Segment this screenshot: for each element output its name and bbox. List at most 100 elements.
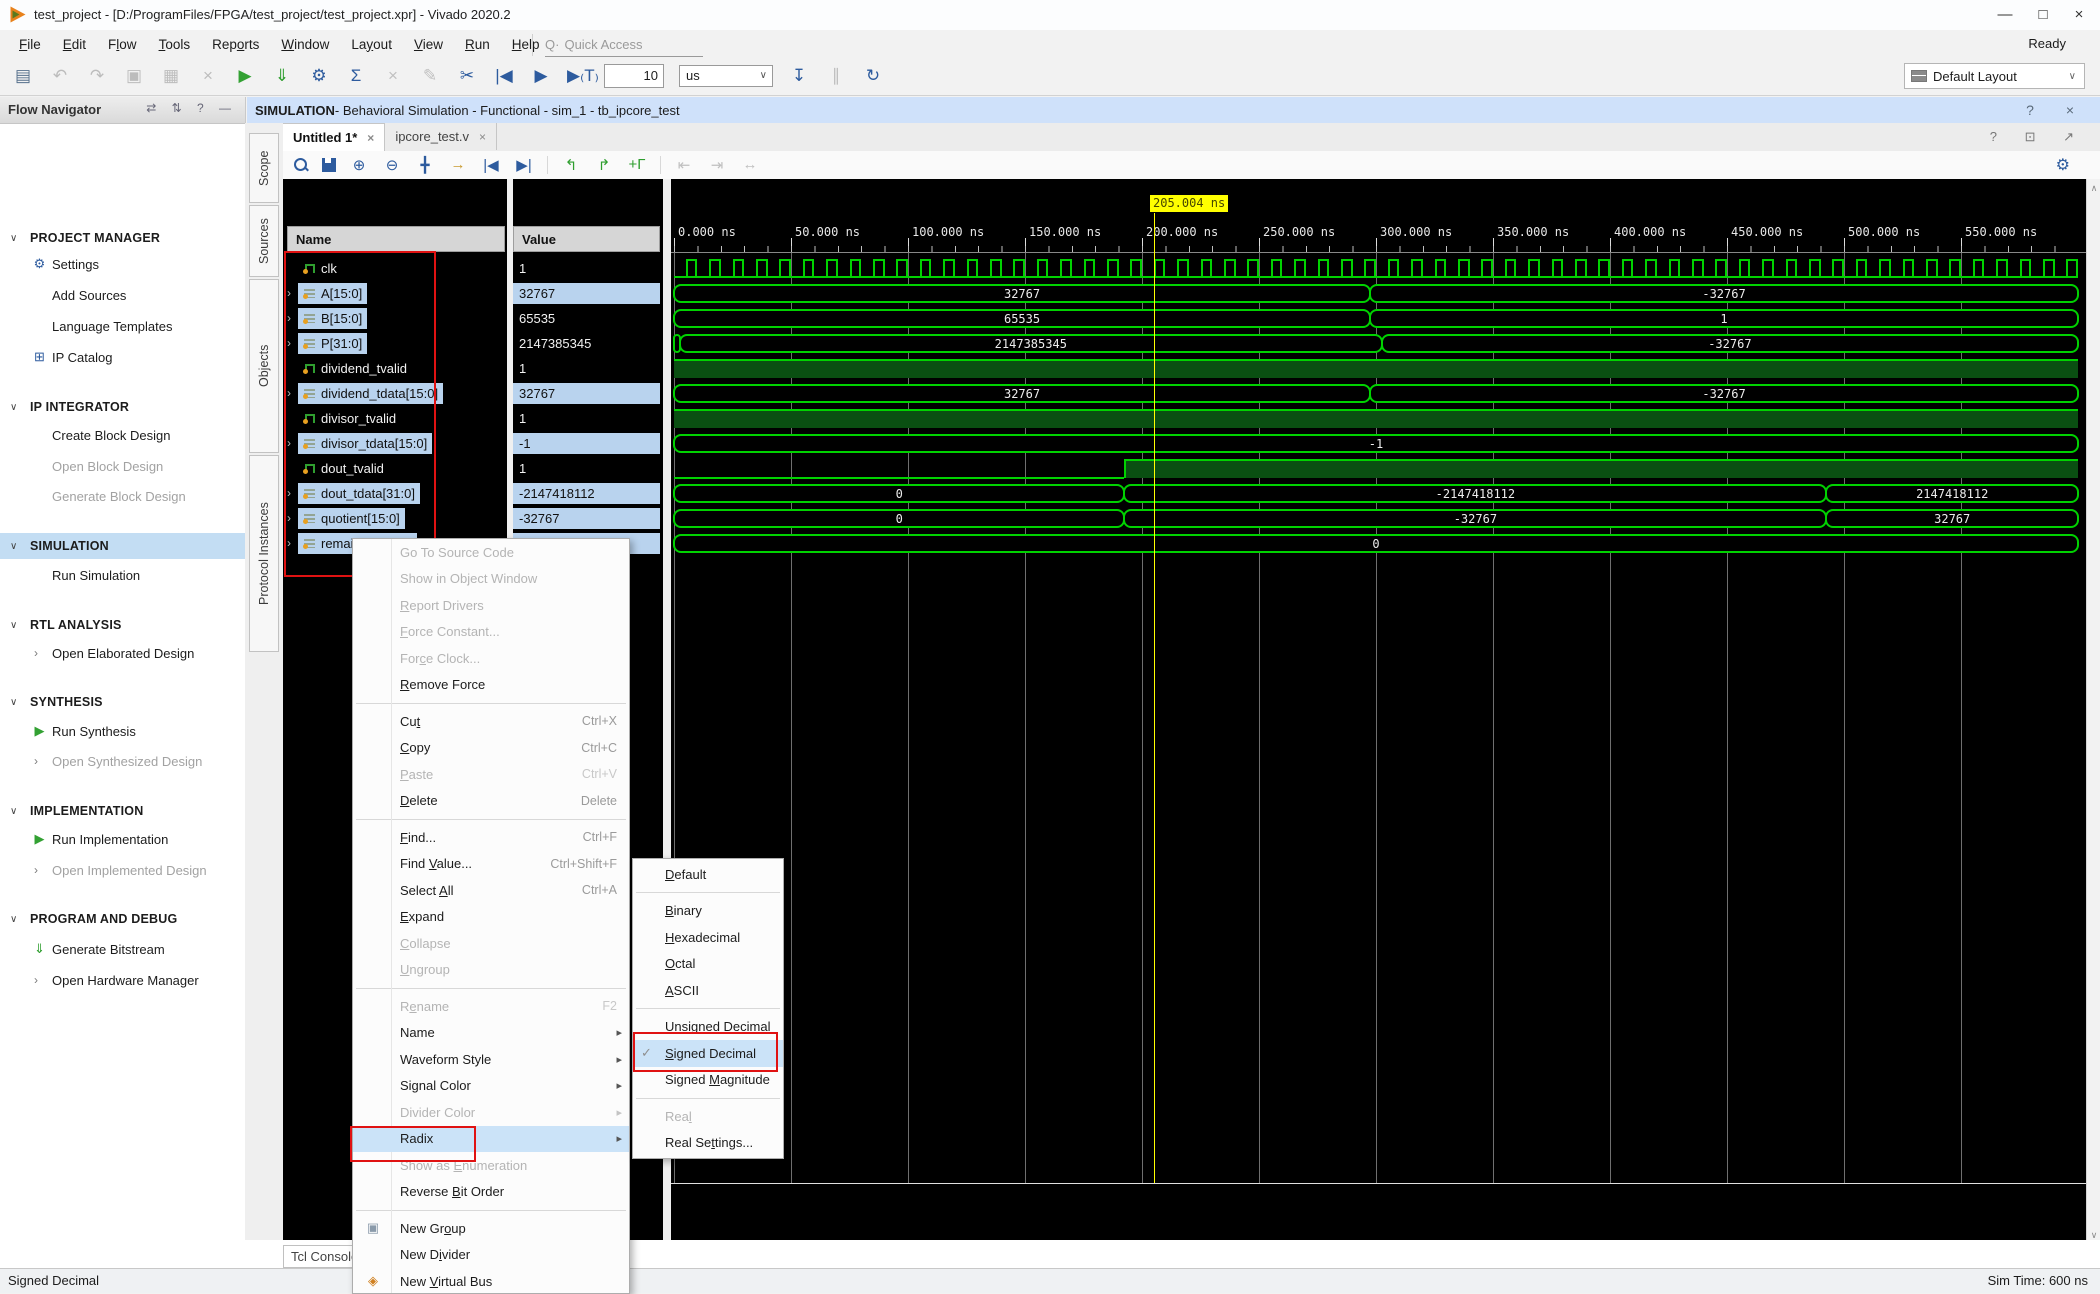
- menu-item-new-group[interactable]: ▣New Group: [353, 1215, 629, 1242]
- edit-icon[interactable]: ✎: [419, 66, 441, 86]
- flow-item-run-synthesis[interactable]: ▶Run Synthesis: [0, 718, 245, 744]
- menu-item-ascii[interactable]: ASCII: [633, 977, 783, 1004]
- signal-name-row[interactable]: ›dout_tdata[31:0]: [283, 481, 507, 506]
- menu-item-expand[interactable]: Expand: [353, 904, 629, 931]
- wave-row-clk[interactable]: [671, 256, 2086, 281]
- signal-name-row[interactable]: ›divisor_tdata[15:0]: [283, 431, 507, 456]
- expand-arrow-icon[interactable]: ›: [287, 311, 291, 325]
- flow-item-language-templates[interactable]: Language Templates: [0, 313, 245, 339]
- flow-item-add-sources[interactable]: Add Sources: [0, 282, 245, 308]
- signal-value-row[interactable]: 65535: [513, 306, 663, 331]
- menu-item-unsigned-decimal[interactable]: Unsigned Decimal: [633, 1014, 783, 1041]
- menu-item-force-constant[interactable]: Force Constant...: [353, 619, 629, 646]
- menu-item-go-to-source-code[interactable]: Go To Source Code: [353, 539, 629, 566]
- simulation-header-buttons[interactable]: ? ×: [2026, 102, 2088, 118]
- close-button[interactable]: ×: [2062, 4, 2096, 26]
- delete-icon[interactable]: ×: [197, 66, 219, 86]
- menu-item-reverse-bit-order[interactable]: Reverse Bit Order: [353, 1179, 629, 1206]
- menu-item-collapse[interactable]: Collapse: [353, 930, 629, 957]
- scroll-up-icon[interactable]: ∧: [2087, 183, 2100, 194]
- signal-value-row[interactable]: 1: [513, 356, 663, 381]
- redo-icon[interactable]: ↷: [86, 66, 108, 86]
- wave-row-dout-tdata-31-0[interactable]: 0-21474181122147418112: [671, 481, 2086, 506]
- run-icon[interactable]: ▶: [234, 66, 256, 86]
- menu-file[interactable]: File: [8, 37, 52, 52]
- menu-item-new-divider[interactable]: New Divider: [353, 1242, 629, 1269]
- menu-item-divider-color[interactable]: Divider Color▸: [353, 1099, 629, 1126]
- save-icon[interactable]: [322, 158, 336, 172]
- menu-item-signed-decimal[interactable]: ✓Signed Decimal: [633, 1040, 783, 1067]
- wave-row-b-15-0[interactable]: 655351: [671, 306, 2086, 331]
- kill-icon[interactable]: ✂: [456, 66, 478, 86]
- flow-navigator-header-icons[interactable]: ⇄ ⇅ ? —: [146, 101, 237, 115]
- menu-item-report-drivers[interactable]: Report Drivers: [353, 592, 629, 619]
- close-icon[interactable]: ×: [367, 131, 374, 145]
- flow-section-simulation[interactable]: ∨SIMULATION: [0, 533, 245, 559]
- menu-item-show-as-enumeration[interactable]: Show as Enumeration: [353, 1152, 629, 1179]
- pause-icon[interactable]: ∥: [825, 66, 847, 86]
- menu-item-ungroup[interactable]: Ungroup: [353, 957, 629, 984]
- next-marker-icon[interactable]: ⇥: [707, 156, 727, 174]
- flow-section-synthesis[interactable]: ∨SYNTHESIS: [0, 689, 245, 715]
- flow-item-open-synthesized-design[interactable]: ›Open Synthesized Design: [0, 748, 245, 774]
- side-tab-sources[interactable]: Sources: [249, 205, 279, 277]
- menu-item-select-all[interactable]: Select AllCtrl+A: [353, 877, 629, 904]
- quick-access-input[interactable]: Q· Quick Access: [545, 33, 703, 57]
- menu-item-force-clock[interactable]: Force Clock...: [353, 645, 629, 672]
- add-marker-icon[interactable]: +Γ: [627, 156, 647, 173]
- flow-item-generate-block-design[interactable]: Generate Block Design: [0, 483, 245, 509]
- settings-icon[interactable]: ⚙: [308, 66, 330, 86]
- next-edge-icon[interactable]: ↱: [594, 156, 614, 174]
- menu-flow[interactable]: Flow: [97, 37, 148, 52]
- flow-section-project-manager[interactable]: ∨PROJECT MANAGER: [0, 225, 245, 251]
- zoom-in-icon[interactable]: ⊕: [349, 156, 369, 174]
- signal-value-row[interactable]: -2147418112: [513, 481, 663, 506]
- menu-item-copy[interactable]: CopyCtrl+C: [353, 735, 629, 762]
- menu-item-delete[interactable]: DeleteDelete: [353, 788, 629, 815]
- menu-item-default[interactable]: Default: [633, 861, 783, 888]
- menu-edit[interactable]: Edit: [52, 37, 97, 52]
- flow-item-generate-bitstream[interactable]: ⇓Generate Bitstream: [0, 936, 245, 962]
- expand-arrow-icon[interactable]: ›: [287, 511, 291, 525]
- wave-settings-gear-icon[interactable]: ⚙: [2056, 155, 2070, 175]
- signal-value-row[interactable]: 1: [513, 456, 663, 481]
- signal-value-row[interactable]: 32767: [513, 281, 663, 306]
- menu-run[interactable]: Run: [454, 37, 501, 52]
- report-icon[interactable]: Σ: [345, 66, 367, 86]
- next-transition-icon[interactable]: ▶|: [514, 156, 534, 174]
- previous-transition-icon[interactable]: |◀: [481, 156, 501, 174]
- menu-tools[interactable]: Tools: [148, 37, 202, 52]
- wave-row-divisor-tdata-15-0[interactable]: -1: [671, 431, 2086, 456]
- flow-item-run-simulation[interactable]: Run Simulation: [0, 562, 245, 588]
- relaunch-icon[interactable]: ↻: [862, 66, 884, 86]
- menu-layout[interactable]: Layout: [340, 37, 403, 52]
- signal-value-row[interactable]: 1: [513, 406, 663, 431]
- side-tab-scope[interactable]: Scope: [249, 133, 279, 203]
- signal-name-row[interactable]: ›dividend_tdata[15:0]: [283, 381, 507, 406]
- menu-item-rename[interactable]: RenameF2: [353, 993, 629, 1020]
- expand-arrow-icon[interactable]: ›: [287, 386, 291, 400]
- signal-name-row[interactable]: dout_tvalid: [283, 456, 507, 481]
- wave-row-dividend-tvalid[interactable]: [671, 356, 2086, 381]
- signal-name-row[interactable]: clk: [283, 256, 507, 281]
- step-icon[interactable]: ↧: [788, 66, 810, 86]
- expand-arrow-icon[interactable]: ›: [287, 286, 291, 300]
- signal-value-row[interactable]: 1: [513, 256, 663, 281]
- wave-row-dividend-tdata-15-0[interactable]: 32767-32767: [671, 381, 2086, 406]
- simulation-time-input[interactable]: 10: [604, 64, 664, 88]
- generate-bitstream-icon[interactable]: ⇓: [271, 66, 293, 86]
- menu-item-real[interactable]: Real: [633, 1103, 783, 1130]
- open-recent-icon[interactable]: ▤: [12, 66, 34, 86]
- undo-icon[interactable]: ↶: [49, 66, 71, 86]
- wave-row-p-31-0[interactable]: 2147385345-32767: [671, 331, 2086, 356]
- flow-section-implementation[interactable]: ∨IMPLEMENTATION: [0, 798, 245, 824]
- expand-arrow-icon[interactable]: ›: [287, 336, 291, 350]
- menu-item-paste[interactable]: PasteCtrl+V: [353, 761, 629, 788]
- vertical-scrollbar[interactable]: ∧ ∨: [2086, 179, 2100, 1245]
- menu-item-signal-color[interactable]: Signal Color▸: [353, 1073, 629, 1100]
- run-for-time-icon[interactable]: ▶₍T₎: [567, 66, 589, 86]
- go-to-time-icon[interactable]: →: [448, 156, 468, 173]
- expand-arrow-icon[interactable]: ›: [287, 486, 291, 500]
- menu-item-real-settings[interactable]: Real Settings...: [633, 1130, 783, 1157]
- menu-item-waveform-style[interactable]: Waveform Style▸: [353, 1046, 629, 1073]
